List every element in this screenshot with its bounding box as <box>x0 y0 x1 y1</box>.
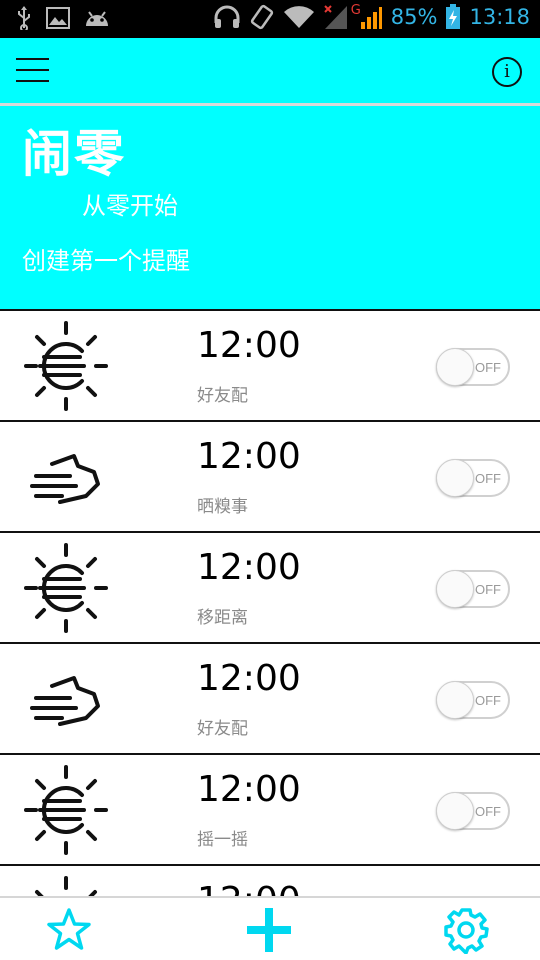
status-bar-system: G 85% 13:18 <box>213 3 530 30</box>
bottom-nav <box>0 896 540 960</box>
android-icon <box>86 11 108 26</box>
sun-icon <box>22 765 110 855</box>
alarm-list: 12:00 好友配 OFF 12:00 晒糗事 OFF 12:00 移距离 OFF <box>0 309 540 960</box>
battery-charging-icon <box>446 4 461 29</box>
alarm-label: 移距离 <box>197 608 248 628</box>
toggle-state-label: OFF <box>475 582 501 597</box>
alarm-row[interactable]: 12:00 好友配 OFF <box>0 309 540 420</box>
alarm-toggle[interactable]: OFF <box>436 681 510 719</box>
toggle-knob <box>436 792 474 830</box>
alarm-time: 12:00 <box>197 325 301 366</box>
alarm-label: 摇一摇 <box>197 830 248 850</box>
create-reminder-link[interactable]: 创建第一个提醒 <box>22 241 190 276</box>
wifi-icon <box>283 6 314 28</box>
info-icon[interactable]: i <box>492 57 522 87</box>
status-bar-notifications <box>16 6 110 30</box>
alarm-label: 晒糗事 <box>197 497 248 517</box>
alarm-toggle[interactable]: OFF <box>436 459 510 497</box>
alarm-time: 12:00 <box>197 436 301 477</box>
alarm-toggle[interactable]: OFF <box>436 570 510 608</box>
alarm-row[interactable]: 12:00 晒糗事 OFF <box>0 420 540 531</box>
alarm-toggle[interactable]: OFF <box>436 792 510 830</box>
alarm-row[interactable]: 12:00 移距离 OFF <box>0 531 540 642</box>
sun-icon <box>22 321 110 411</box>
signal-g-icon <box>360 7 382 29</box>
signal-icon <box>323 5 347 29</box>
banner: 闹零 从零开始 创建第一个提醒 <box>0 106 540 309</box>
alarm-row[interactable]: 12:00 摇一摇 OFF <box>0 753 540 864</box>
battery-percent: 85% <box>390 5 438 29</box>
vibrate-icon <box>250 4 273 30</box>
image-icon <box>46 7 70 29</box>
wind-icon <box>22 654 110 744</box>
settings-icon[interactable] <box>442 906 490 954</box>
toggle-state-label: OFF <box>475 360 501 375</box>
app-title: 闹零 <box>22 125 126 183</box>
alarm-row[interactable]: 12:00 好友配 OFF <box>0 642 540 753</box>
toggle-state-label: OFF <box>475 693 501 708</box>
alarm-time: 12:00 <box>197 658 301 699</box>
toggle-knob <box>436 348 474 386</box>
headphones-icon <box>214 5 240 28</box>
status-bar: G 85% 13:18 <box>0 0 540 38</box>
toggle-knob <box>436 459 474 497</box>
wind-icon <box>22 432 110 522</box>
sun-icon <box>22 543 110 633</box>
toggle-knob <box>436 570 474 608</box>
app-subtitle: 从零开始 <box>82 192 178 220</box>
alarm-label: 好友配 <box>197 719 248 739</box>
usb-icon <box>18 6 30 30</box>
toggle-state-label: OFF <box>475 471 501 486</box>
status-time: 13:18 <box>469 5 530 29</box>
add-icon[interactable] <box>245 906 293 954</box>
menu-icon[interactable] <box>16 58 50 84</box>
alarm-time: 12:00 <box>197 547 301 588</box>
alarm-label: 好友配 <box>197 386 248 406</box>
alarm-time: 12:00 <box>197 769 301 810</box>
alarm-toggle[interactable]: OFF <box>436 348 510 386</box>
app-header: i <box>0 38 540 104</box>
toggle-knob <box>436 681 474 719</box>
toggle-state-label: OFF <box>475 804 501 819</box>
star-icon[interactable] <box>45 906 93 954</box>
